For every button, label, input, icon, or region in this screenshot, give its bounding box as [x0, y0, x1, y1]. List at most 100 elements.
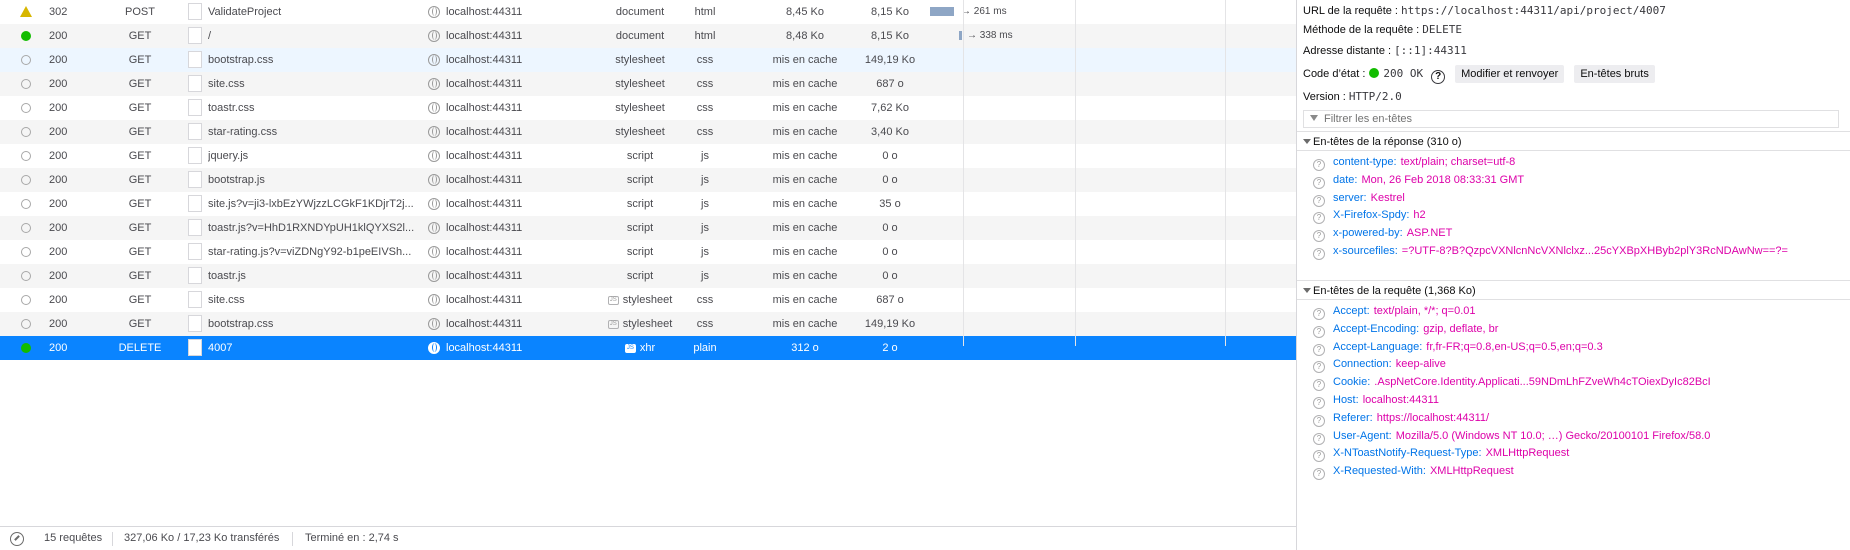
- method-cell: GET: [128, 222, 152, 234]
- globe-icon: [428, 174, 440, 186]
- status-cell: 200: [0, 96, 72, 120]
- domain-text: localhost:44311: [446, 102, 523, 114]
- globe-icon: [428, 6, 440, 18]
- globe-icon: [428, 222, 440, 234]
- waterfall-gridline: [1075, 0, 1076, 346]
- request-method-row: Méthode de la requête : DELETE: [1303, 23, 1462, 36]
- header-value: fr,fr-FR;q=0.8,en-US;q=0.5,en;q=0.3: [1426, 340, 1603, 353]
- request-row[interactable]: 200 GET site.css localhost:44311 JS styleshee…: [0, 288, 1296, 312]
- method-cell: GET: [128, 78, 152, 90]
- request-row[interactable]: 200 GET bootstrap.js localhost:44311 script j…: [0, 168, 1296, 192]
- file-icon: [188, 171, 202, 188]
- waterfall-cell: [1075, 72, 1296, 96]
- globe-icon: [428, 342, 440, 354]
- status-code: 200: [49, 342, 68, 354]
- collapse-arrow-icon[interactable]: [1303, 139, 1311, 144]
- status-cached-icon: [21, 319, 31, 329]
- status-code: 200: [49, 198, 68, 210]
- file-name: site.css: [208, 78, 245, 90]
- waterfall-bar: [930, 7, 954, 16]
- request-row[interactable]: 200 DELETE 4007 localhost:44311 JS xhr plain 31…: [0, 336, 1296, 360]
- status-cell: 200: [0, 264, 72, 288]
- domain-text: localhost:44311: [446, 6, 523, 18]
- domain-text: localhost:44311: [446, 198, 523, 210]
- method-cell: GET: [128, 174, 152, 186]
- header-row[interactable]: ? X-Requested-With: XMLHttpRequest: [1313, 461, 1514, 481]
- domain-text: localhost:44311: [446, 126, 523, 138]
- file-icon: [188, 123, 202, 140]
- header-row[interactable]: ? x-sourcefiles: =?UTF-8?B?QzpcVXNlcnNcVXN…: [1313, 241, 1788, 261]
- size-cell: 0 o: [882, 270, 898, 282]
- domain-text: localhost:44311: [446, 174, 523, 186]
- file-icon: [188, 99, 202, 116]
- filter-headers-input[interactable]: Filtrer les en-têtes: [1303, 110, 1839, 128]
- help-icon[interactable]: ?: [1313, 248, 1325, 260]
- request-row[interactable]: 200 GET jquery.js localhost:44311 script js mi…: [0, 144, 1296, 168]
- file-icon: [188, 219, 202, 236]
- globe-icon: [428, 102, 440, 114]
- file-name: toastr.css: [208, 102, 255, 114]
- header-name: server:: [1333, 191, 1367, 204]
- status-code: 200: [49, 102, 68, 114]
- raw-headers-button[interactable]: En-têtes bruts: [1574, 65, 1655, 83]
- collapse-arrow-icon[interactable]: [1303, 288, 1311, 293]
- domain-text: localhost:44311: [446, 342, 523, 354]
- request-list-panel: 302 POST ValidateProject localhost:44311 doc…: [0, 0, 1297, 550]
- request-row[interactable]: 200 GET bootstrap.css localhost:44311 styles…: [0, 48, 1296, 72]
- response-headers-section[interactable]: En-têtes de la réponse (310 o): [1297, 131, 1850, 151]
- status-cell: 200: [0, 48, 72, 72]
- request-row[interactable]: 200 GET bootstrap.css localhost:44311 JS styl…: [0, 312, 1296, 336]
- remote-address: [::1]:44311: [1394, 44, 1467, 57]
- domain-text: localhost:44311: [446, 30, 523, 42]
- domain-cell: localhost:44311: [428, 144, 588, 168]
- header-name: Referer:: [1333, 411, 1373, 424]
- type-cell: js: [701, 150, 709, 162]
- edit-resend-button[interactable]: Modifier et renvoyer: [1455, 65, 1565, 83]
- status-cached-icon: [21, 223, 31, 233]
- request-row[interactable]: 302 POST ValidateProject localhost:44311 doc…: [0, 0, 1296, 24]
- request-row[interactable]: 200 GET / localhost:44311 document html 8,48 K…: [0, 24, 1296, 48]
- file-cell: bootstrap.css: [188, 312, 422, 336]
- request-row[interactable]: 200 GET star-rating.css localhost:44311 styl…: [0, 120, 1296, 144]
- file-cell: star-rating.js?v=viZDNgY92-b1peEIVSh...: [188, 240, 422, 264]
- request-row[interactable]: 200 GET toastr.css localhost:44311 styleshee…: [0, 96, 1296, 120]
- domain-cell: localhost:44311: [428, 24, 588, 48]
- method-cell: GET: [128, 246, 152, 258]
- file-cell: bootstrap.css: [188, 48, 422, 72]
- waterfall-time: → 338 ms: [967, 30, 1013, 41]
- http-version: HTTP/2.0: [1348, 90, 1402, 103]
- domain-cell: localhost:44311: [428, 72, 588, 96]
- domain-cell: localhost:44311: [428, 288, 588, 312]
- status-code: 200: [49, 246, 68, 258]
- request-row[interactable]: 200 GET site.js?v=ji3-lxbEzYWjzzLCGkF1KDjr…: [0, 192, 1296, 216]
- size-cell: 8,15 Ko: [871, 6, 909, 18]
- domain-cell: localhost:44311: [428, 264, 588, 288]
- request-row[interactable]: 200 GET toastr.js localhost:44311 script js mi…: [0, 264, 1296, 288]
- domain-cell: localhost:44311: [428, 0, 588, 24]
- method-cell: GET: [128, 54, 152, 66]
- performance-icon[interactable]: [10, 532, 24, 546]
- request-headers-section[interactable]: En-têtes de la requête (1,368 Ko): [1297, 280, 1850, 300]
- domain-text: localhost:44311: [446, 318, 523, 330]
- status-code: 302: [49, 6, 68, 18]
- status-code: 200: [49, 270, 68, 282]
- file-cell: site.js?v=ji3-lxbEzYWjzzLCGkF1KDjrT2j...: [188, 192, 422, 216]
- filter-icon: [1310, 115, 1318, 121]
- status-cell: 200: [0, 336, 72, 360]
- globe-icon: [428, 198, 440, 210]
- request-row[interactable]: 200 GET site.css localhost:44311 stylesheet c…: [0, 72, 1296, 96]
- header-value: .AspNetCore.Identity.Applicati...59NDmLh…: [1374, 376, 1711, 389]
- method-cell: DELETE: [118, 342, 162, 354]
- request-row[interactable]: 200 GET star-rating.js?v=viZDNgY92-b1peEIV…: [0, 240, 1296, 264]
- domain-cell: localhost:44311: [428, 168, 588, 192]
- request-url[interactable]: https://localhost:44311/api/project/4007: [1401, 4, 1666, 17]
- file-name: bootstrap.css: [208, 54, 274, 66]
- waterfall-cell: [1075, 264, 1296, 288]
- method-cell: GET: [128, 318, 152, 330]
- help-icon[interactable]: ?: [1313, 468, 1325, 481]
- request-row[interactable]: 200 GET toastr.js?v=HhD1RXNDYpUH1klQYXS2l.…: [0, 216, 1296, 240]
- size-cell: 8,15 Ko: [871, 30, 909, 42]
- help-icon[interactable]: ?: [1431, 70, 1446, 84]
- waterfall-gridline: [963, 0, 964, 346]
- status-bar: 15 requêtes 327,06 Ko / 17,23 Ko transfé…: [0, 526, 1296, 550]
